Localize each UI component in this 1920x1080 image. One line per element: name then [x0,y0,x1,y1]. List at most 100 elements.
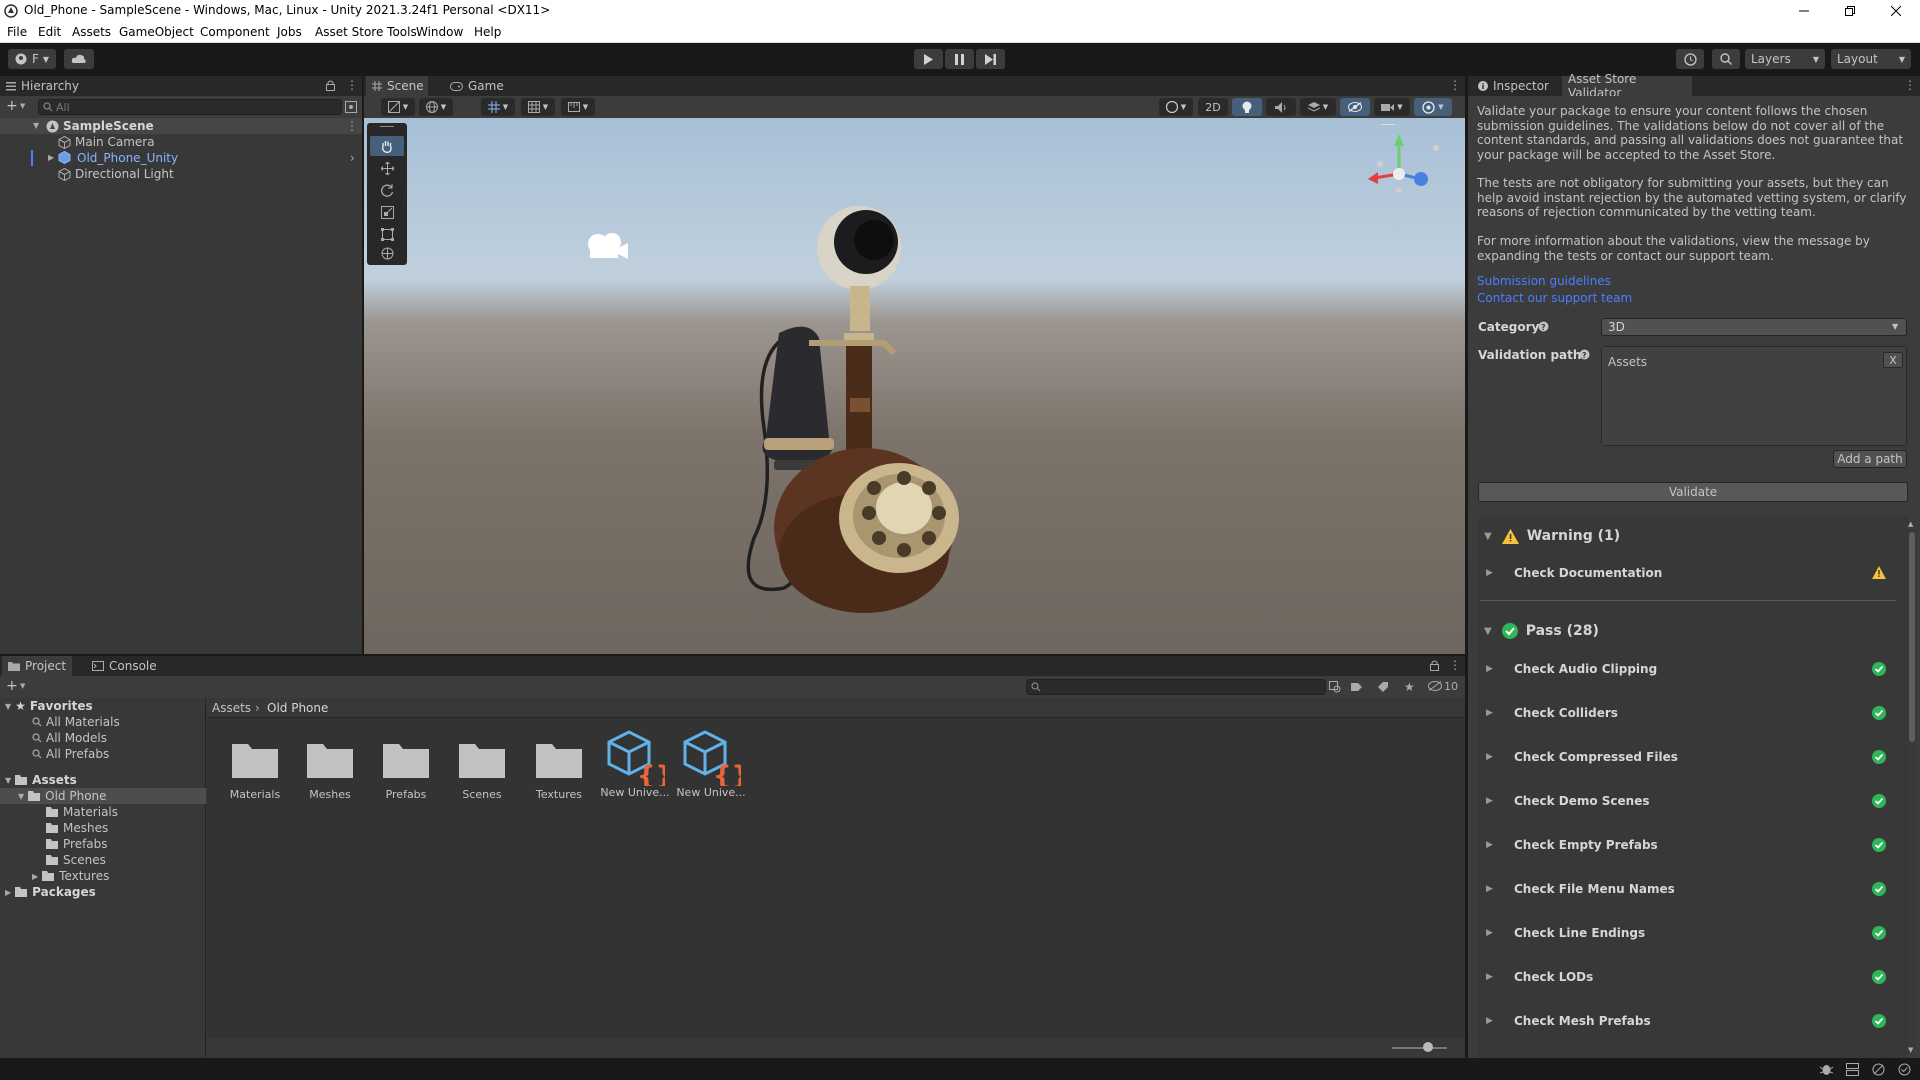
effects-dropdown[interactable]: ▼ [1300,98,1336,116]
chevron-down-icon[interactable]: ▼ [20,682,25,690]
undo-history-button[interactable] [1676,49,1704,69]
contact-support-link[interactable]: Contact our support team [1477,291,1632,305]
chevron-down-icon[interactable]: ▼ [1484,531,1492,542]
lighting-toggle-button[interactable] [1232,98,1262,116]
menu-file[interactable]: File [7,25,27,39]
2d-toggle-button[interactable]: 2D [1198,98,1228,116]
asset-render-pipeline-1[interactable]: {} New Unive... [600,730,670,799]
chevron-down-icon[interactable]: ▼ [5,776,11,785]
chevron-right-icon[interactable]: ▶ [1486,796,1498,806]
transform-tool-button[interactable] [370,243,404,263]
rect-tool-button[interactable] [370,224,404,244]
layout-dropdown[interactable]: Layout ▼ [1831,49,1911,69]
gizmo-grip[interactable] [1381,124,1395,125]
check-row-pass[interactable]: ▶ Check File Menu Names [1480,878,1900,900]
project-search-input[interactable] [1026,679,1326,695]
check-row-pass[interactable]: ▶ Check Audio Clipping [1480,658,1900,680]
check-row-pass[interactable]: ▶ Check Colliders [1480,702,1900,724]
validation-paths-list[interactable]: Assets X [1601,346,1907,446]
snap-dropdown[interactable]: ▼ [481,98,515,116]
chevron-right-icon[interactable]: ▶ [1486,664,1498,674]
chevron-down-icon[interactable]: ▼ [33,121,39,130]
close-window-button[interactable] [1873,0,1919,22]
camera-settings-dropdown[interactable]: ▼ [1374,98,1410,116]
menu-component[interactable]: Component [200,25,270,39]
account-dropdown[interactable]: F ▼ [8,49,56,69]
more-options-icon[interactable]: ⋮ [1904,78,1916,92]
hierarchy-item-old-phone[interactable]: ▶ Old_Phone_Unity › [0,150,362,166]
chevron-down-icon[interactable]: ▼ [1484,626,1492,637]
render-mode-dropdown[interactable]: ▼ [1159,98,1193,116]
maximize-button[interactable] [1827,0,1873,22]
grid-visibility-dropdown[interactable]: ▼ [521,98,555,116]
assets-root-row[interactable]: ▼ Assets [0,772,77,788]
progress-circle-icon[interactable] [1898,1063,1911,1076]
chevron-down-icon[interactable]: ▼ [18,792,24,801]
chevron-right-icon[interactable]: ▶ [1486,568,1498,578]
folder-old-phone[interactable]: ▼ Old Phone [0,788,206,804]
favorites-item[interactable]: All Prefabs [32,746,109,762]
hierarchy-scene-row[interactable]: ▼ SampleScene ⋮ [0,118,362,134]
eye-slash-icon[interactable] [1428,681,1442,691]
more-options-icon[interactable]: ⋮ [346,119,358,133]
menu-window[interactable]: Window [416,25,463,39]
chevron-right-icon[interactable]: ▶ [1486,928,1498,938]
menu-gameobject[interactable]: GameObject [119,25,194,39]
check-row-pass[interactable]: ▶ Check Mesh Prefabs [1480,1010,1900,1032]
menu-jobs[interactable]: Jobs [277,25,302,39]
packages-root-row[interactable]: ▶ Packages [0,884,96,900]
menu-assets[interactable]: Assets [72,25,111,39]
tab-inspector[interactable]: Inspector [1472,76,1558,96]
scene-viewport[interactable] [364,118,1465,654]
chevron-right-icon[interactable]: ▶ [1486,884,1498,894]
folder-materials[interactable]: Materials [46,804,118,820]
scene-visibility-icon[interactable] [345,101,357,113]
folder-meshes[interactable]: Meshes [46,820,108,836]
check-row-pass[interactable]: ▶ Check Compressed Files [1480,746,1900,768]
search-button[interactable] [1712,49,1740,69]
add-icon[interactable]: + [6,678,18,694]
move-tool-button[interactable] [370,158,404,178]
asset-folder-scenes[interactable]: Scenes [447,736,517,801]
minimize-button[interactable] [1781,0,1827,22]
camera-gizmo-icon[interactable] [584,230,630,264]
asset-render-pipeline-2[interactable]: {} New Unive... [676,730,746,799]
hierarchy-item-directional-light[interactable]: Directional Light [58,166,174,182]
star-icon[interactable]: ★ [1404,680,1415,694]
icon-size-slider-handle[interactable] [1423,1042,1433,1052]
more-options-icon[interactable]: ⋮ [346,78,358,92]
add-path-button[interactable]: Add a path [1833,450,1907,468]
search-by-label-icon[interactable] [1351,681,1363,693]
breadcrumb-assets[interactable]: Assets [212,701,251,715]
asset-folder-meshes[interactable]: Meshes [295,736,365,801]
check-row-warning[interactable]: ▶ Check Documentation [1480,562,1900,584]
lock-icon[interactable] [1430,660,1439,671]
warning-group-header[interactable]: ▼ Warning (1) [1478,525,1908,547]
cache-server-icon[interactable] [1846,1063,1859,1076]
gizmos-dropdown[interactable]: ▼ [1414,98,1452,116]
check-row-pass[interactable]: ▶ Check LODs [1480,966,1900,988]
remove-path-button[interactable]: X [1883,352,1903,368]
pause-button[interactable] [945,49,974,69]
chevron-right-icon[interactable]: ▶ [48,153,54,162]
bug-icon[interactable] [1820,1063,1833,1076]
tab-project[interactable]: Project [2,656,72,676]
chevron-right-icon[interactable]: ▶ [32,872,38,881]
icon-size-slider-track[interactable] [1392,1047,1447,1049]
phone-model[interactable] [684,198,1044,618]
scroll-up-icon[interactable]: ▲ [1908,520,1913,528]
asset-folder-materials[interactable]: Materials [220,736,290,801]
favorites-item[interactable]: All Models [32,730,107,746]
play-button[interactable] [914,49,943,69]
tab-scene[interactable]: Scene [366,76,428,96]
search-by-type-icon[interactable] [1329,681,1341,693]
auto-generate-lighting-icon[interactable] [1872,1063,1885,1076]
palette-grip[interactable] [380,126,394,127]
asset-folder-textures[interactable]: Textures [524,736,594,801]
audio-toggle-button[interactable] [1266,98,1296,116]
category-dropdown[interactable]: 3D ▼ [1601,318,1907,336]
chevron-right-icon[interactable]: ▶ [1486,708,1498,718]
check-row-pass[interactable]: ▶ Check Empty Prefabs [1480,834,1900,856]
layers-dropdown[interactable]: Layers ▼ [1745,49,1825,69]
chevron-down-icon[interactable]: ▼ [20,102,25,110]
